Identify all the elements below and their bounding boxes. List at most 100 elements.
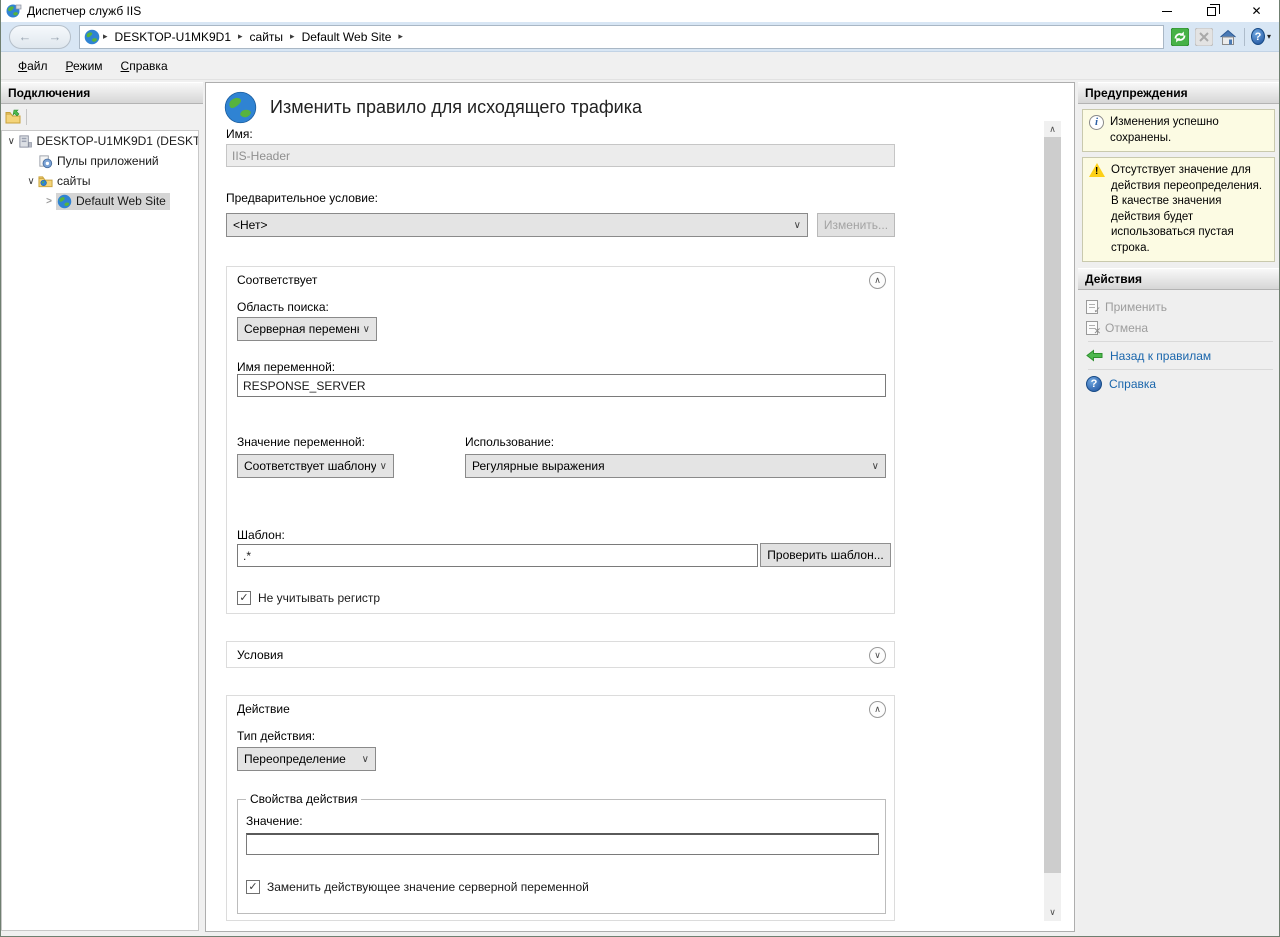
tree-item-label: Default Web Site [76,194,166,208]
value-input[interactable] [246,833,879,855]
replace-label: Заменить действующее значение серверной … [267,880,589,894]
replace-checkline: ✓ Заменить действующее значение серверно… [246,880,589,894]
precondition-select[interactable]: <Нет> ∨ [226,213,808,237]
help-caret-icon: ▾ [1267,32,1271,41]
tree-item-label: сайты [57,174,91,188]
expand-section-icon[interactable]: ∨ [869,647,886,664]
pattern-input[interactable] [237,544,758,567]
breadcrumb-separator-icon: ▸ [398,31,403,42]
help-link[interactable]: ? Справка [1086,373,1279,394]
globe-icon [84,29,100,45]
tree-item-default-web-site[interactable]: > Default Web Site [2,191,198,211]
menu-file[interactable]: Файл [9,55,57,77]
tree-item-label: DESKTOP-U1MK9D1 (DESKTOP [37,134,199,148]
menu-view[interactable]: Режим [57,55,112,77]
back-icon[interactable]: ← [19,29,32,44]
minimize-button[interactable] [1144,0,1189,22]
window-title: Диспетчер служб IIS [27,4,141,18]
restore-button[interactable] [1189,0,1234,22]
variable-value-select[interactable]: Соответствует шаблону ∨ [237,454,394,478]
precondition-value: <Нет> [233,218,790,232]
info-alert: i Изменения успешно сохранены. [1082,109,1275,152]
name-input [226,144,895,167]
actions-list: ✓ Применить ✕ Отмена Назад к правилам ? [1078,290,1279,394]
edit-precondition-button: Изменить... [817,213,895,237]
scope-select[interactable]: Серверная переменн ∨ [237,317,377,341]
apply-label: Применить [1105,300,1167,314]
test-pattern-button[interactable]: Проверить шаблон... [760,543,891,567]
ignore-case-checkline: ✓ Не учитывать регистр [237,591,380,605]
collapse-section-icon[interactable]: ∧ [869,701,886,718]
scope-value: Серверная переменн [244,322,359,336]
chevron-right-icon[interactable]: > [42,196,56,207]
scroll-up-icon[interactable]: ∧ [1044,121,1061,138]
connections-toolbar [1,104,203,129]
toolbar-divider [1244,28,1245,46]
chevron-down-icon[interactable]: ∨ [5,136,18,147]
save-connection-icon[interactable] [5,109,21,125]
chevron-down-icon: ∨ [380,461,387,472]
using-select[interactable]: Регулярные выражения ∨ [465,454,886,478]
action-section: Действие ∧ Тип действия: Переопределение… [226,695,895,921]
actions-header: Действия [1078,268,1279,290]
page-globe-icon [224,91,257,124]
scroll-down-icon[interactable]: ∨ [1044,904,1061,921]
title-bar: Диспетчер служб IIS ✕ [1,0,1279,22]
breadcrumb-sites[interactable]: сайты [250,30,284,44]
chevron-down-icon[interactable]: ∨ [24,176,38,187]
app-pools-icon [38,154,53,169]
using-value: Регулярные выражения [472,459,868,473]
help-label: Справка [1109,377,1156,391]
tree-item-label: Пулы приложений [57,154,159,168]
apply-action: ✓ Применить [1086,296,1279,317]
help-icon[interactable]: ?▾ [1251,27,1271,47]
toolbar-separator [26,109,27,125]
connections-panel: Подключения ∨ DESKTOP-U1MK9D1 (DESKTOP П… [1,82,203,936]
variable-value-value: Соответствует шаблону [244,459,376,473]
home-icon[interactable] [1218,27,1238,47]
sites-folder-icon [38,174,53,189]
refresh-icon[interactable] [1170,27,1190,47]
ignore-case-checkbox[interactable]: ✓ [237,591,251,605]
conditions-section: Условия ∨ [226,641,895,668]
back-arrow-icon [1086,349,1103,362]
precondition-label: Предварительное условие: [226,191,378,205]
collapse-section-icon[interactable]: ∧ [869,272,886,289]
breadcrumb-site[interactable]: Default Web Site [302,30,392,44]
back-to-rules-link[interactable]: Назад к правилам [1086,345,1279,366]
action-section-title: Действие [237,702,290,716]
cancel-label: Отмена [1105,321,1148,335]
breadcrumb-server[interactable]: DESKTOP-U1MK9D1 [115,30,231,44]
breadcrumb[interactable]: ▸ DESKTOP-U1MK9D1 ▸ сайты ▸ Default Web … [79,25,1164,49]
close-button[interactable]: ✕ [1234,0,1279,22]
alerts-header: Предупреждения [1078,82,1279,104]
selected-tree-item[interactable]: Default Web Site [56,193,170,210]
chevron-down-icon: ∨ [794,220,801,231]
breadcrumb-separator-icon: ▸ [238,31,243,42]
action-type-value: Переопределение [244,752,358,766]
match-section: Соответствует ∧ Область поиска: Серверна… [226,266,895,614]
action-type-select[interactable]: Переопределение ∨ [237,747,376,771]
forward-icon[interactable]: → [49,29,62,44]
variable-name-input[interactable] [237,374,886,397]
navigation-buttons: ← → [9,25,71,49]
value-label: Значение: [246,814,303,828]
address-bar: ← → ▸ DESKTOP-U1MK9D1 ▸ сайты ▸ Default … [1,22,1279,52]
tree-item-sites[interactable]: ∨ сайты [2,171,198,191]
scrollbar-thumb[interactable] [1044,137,1061,873]
action-properties-group: Свойства действия Значение: ✓ Заменить д… [237,799,886,914]
main-area: Подключения ∨ DESKTOP-U1MK9D1 (DESKTOP П… [1,80,1279,936]
warning-alert: Отсутствует значение для действия переоп… [1082,157,1275,262]
replace-checkbox[interactable]: ✓ [246,880,260,894]
tree-item-server[interactable]: ∨ DESKTOP-U1MK9D1 (DESKTOP [2,131,198,151]
actions-divider [1088,341,1273,342]
cancel-action: ✕ Отмена [1086,317,1279,338]
scope-label: Область поиска: [237,300,329,314]
menu-help[interactable]: Справка [112,55,177,77]
connections-tree: ∨ DESKTOP-U1MK9D1 (DESKTOP Пулы приложен… [1,130,199,931]
vertical-scrollbar[interactable]: ∧ ∨ [1044,121,1061,921]
menu-bar: Файл Режим Справка [1,52,1279,80]
tree-item-app-pools[interactable]: Пулы приложений [2,151,198,171]
info-icon: i [1089,115,1104,130]
back-to-rules-label: Назад к правилам [1110,349,1211,363]
